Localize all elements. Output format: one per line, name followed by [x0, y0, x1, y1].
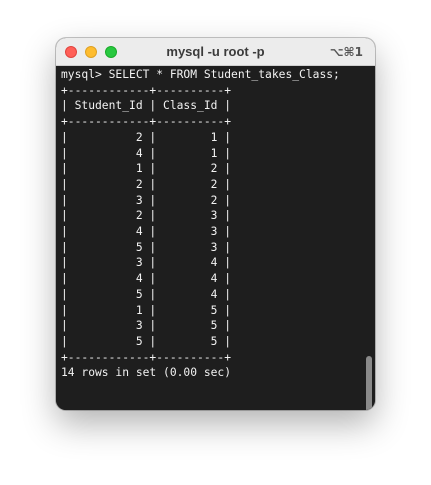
- table-row: | 4 | 1 |: [61, 146, 232, 160]
- table-border-top: +------------+----------+: [61, 83, 232, 97]
- table-row: | 5 | 3 |: [61, 240, 232, 254]
- vertical-scrollbar[interactable]: [366, 356, 372, 410]
- table-row: | 1 | 5 |: [61, 303, 232, 317]
- table-border-bottom: +------------+----------+: [61, 350, 232, 364]
- table-row: | 1 | 2 |: [61, 162, 232, 176]
- table-header-separator: +------------+----------+: [61, 115, 232, 129]
- table-row: | 3 | 5 |: [61, 319, 232, 333]
- title-bar[interactable]: mysql -u root -p ⌥⌘1: [56, 38, 375, 66]
- table-row: | 4 | 3 |: [61, 225, 232, 238]
- terminal-output[interactable]: mysql> SELECT * FROM Student_takes_Class…: [56, 66, 375, 410]
- window-title: mysql -u root -p: [166, 44, 265, 59]
- table-row: | 3 | 4 |: [61, 256, 232, 270]
- prompt-command-line: mysql> SELECT * FROM Student_takes_Class…: [61, 68, 340, 81]
- table-row: | 5 | 5 |: [61, 334, 232, 348]
- table-row: | 3 | 2 |: [61, 193, 232, 207]
- table-row: | 2 | 2 |: [61, 177, 232, 191]
- table-row: | 5 | 4 |: [61, 287, 232, 301]
- table-row: | 2 | 3 |: [61, 209, 232, 223]
- terminal-window: mysql -u root -p ⌥⌘1 mysql> SELECT * FRO…: [56, 38, 375, 410]
- result-summary: 14 rows in set (0.00 sec): [61, 366, 232, 380]
- table-row: | 4 | 4 |: [61, 272, 232, 286]
- table-row: | 2 | 1 |: [61, 130, 232, 144]
- table-header-row: | Student_Id | Class_Id |: [61, 99, 232, 113]
- window-shortcut: ⌥⌘1: [329, 45, 363, 59]
